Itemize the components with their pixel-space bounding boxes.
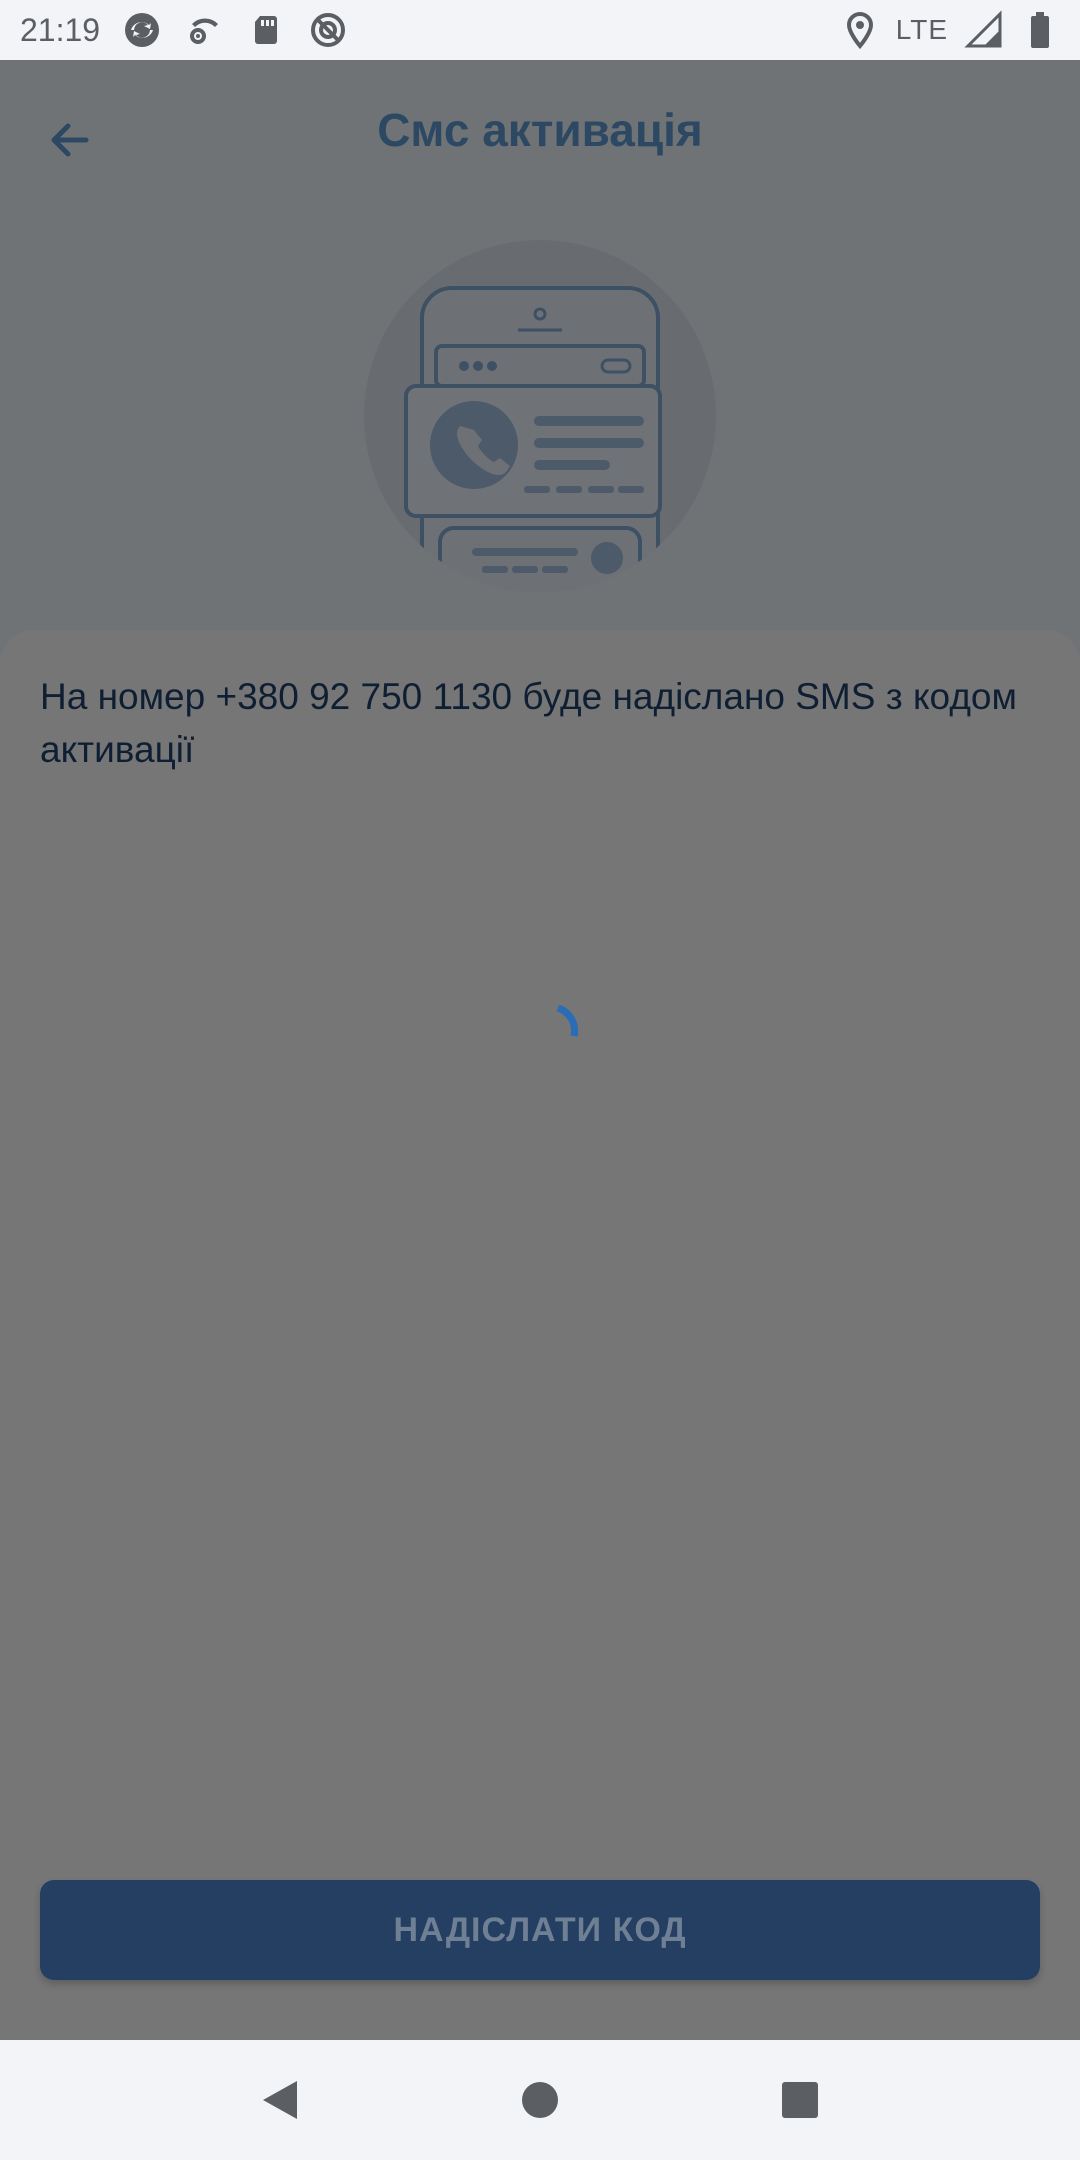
app-content: Смс активація На номер +380 92 750 1130 … [0,60,1080,2040]
signal-icon [964,10,1004,50]
content-card: На номер +380 92 750 1130 буде надіслано… [0,630,1080,2040]
status-left: 21:19 [20,10,348,50]
send-code-button[interactable]: НАДІСЛАТИ КОД [40,1880,1040,1980]
loading-spinner-icon [556,1004,579,1037]
status-time: 21:19 [20,11,101,48]
sync-icon [122,10,162,50]
toolbar: Смс активація [0,60,1080,200]
nav-home-button[interactable] [495,2055,585,2145]
phone-contact-card-illustration [364,240,716,592]
screen: 21:19 LTE Смс активація На номер +380 92… [0,0,1080,2160]
battery-icon [1020,10,1060,50]
status-bar: 21:19 LTE [0,0,1080,60]
nav-recents-button[interactable] [755,2055,845,2145]
nav-back-button[interactable] [235,2055,325,2145]
do-not-disturb-icon [308,10,348,50]
home-circle-icon [522,2082,558,2118]
location-icon [840,10,880,50]
network-type: LTE [895,14,948,45]
sd-card-icon [246,10,286,50]
sms-info-message: На номер +380 92 750 1130 буде надіслано… [40,676,1017,770]
status-right: LTE [840,10,1060,50]
recents-square-icon [782,2082,818,2118]
back-triangle-icon [263,2081,297,2119]
page-title: Смс активація [377,104,703,156]
wifi-settings-icon [184,10,224,50]
navigation-bar [0,2040,1080,2160]
